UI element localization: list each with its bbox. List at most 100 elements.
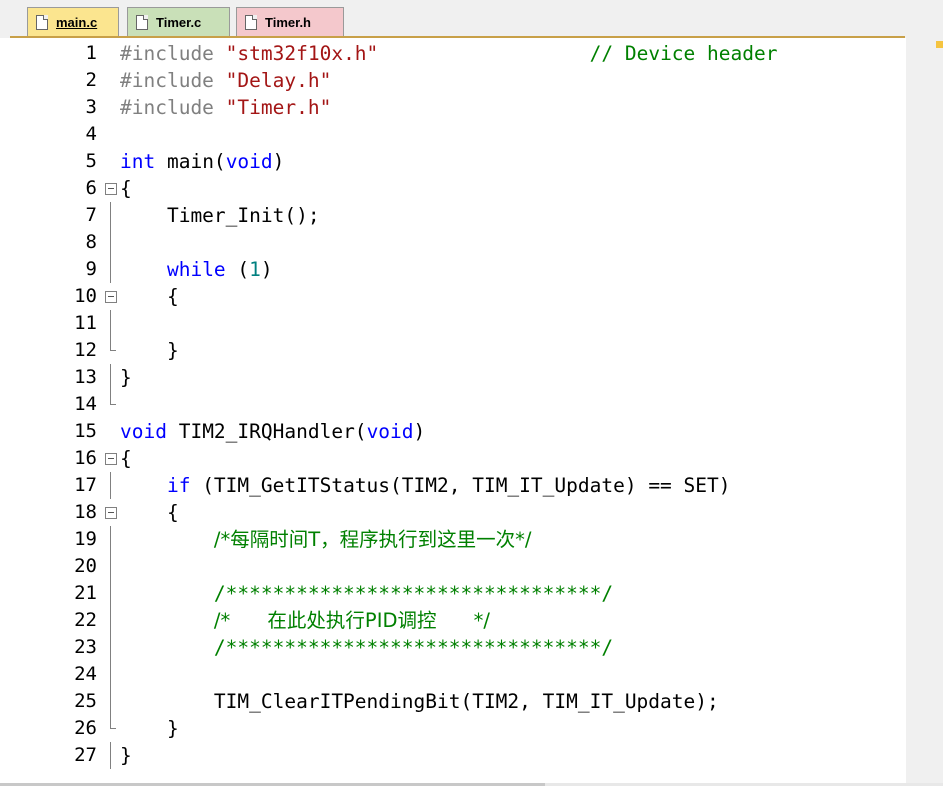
- code-token-kw: void: [225, 150, 273, 173]
- code-token-kw: void: [366, 420, 414, 443]
- tab-timer-c[interactable]: Timer.c: [127, 7, 230, 36]
- tab-label: Timer.h: [265, 14, 312, 30]
- code-line[interactable]: }: [120, 364, 132, 391]
- line-number: 1: [85, 42, 97, 64]
- vertical-scrollbar[interactable]: [906, 38, 943, 786]
- file-c-icon: [136, 14, 148, 30]
- code-token-str: "stm32f10x.h": [225, 42, 379, 65]
- code-token: Timer_Init();: [120, 204, 320, 227]
- fold-guide-line: [105, 364, 117, 391]
- fold-guide-line: [105, 715, 117, 742]
- file-h-icon: [245, 14, 257, 30]
- file-c-icon: [36, 14, 48, 30]
- code-token: {: [120, 447, 132, 470]
- fold-guide-line: [105, 256, 117, 283]
- fold-toggle-icon[interactable]: [105, 175, 117, 202]
- code-area[interactable]: #include "stm32f10x.h" // Device header #…: [120, 38, 906, 783]
- code-line[interactable]: Timer_Init();: [120, 202, 320, 229]
- code-token-cm: /********************************/: [213, 636, 614, 659]
- editor-tab-bar: main.c Timer.c Timer.h: [0, 0, 943, 38]
- fold-guide-line: [105, 472, 117, 499]
- code-line[interactable]: /********************************/: [120, 634, 613, 661]
- line-number: 26: [74, 717, 97, 739]
- fold-guide-line: [105, 742, 117, 769]
- line-number: 9: [85, 258, 97, 280]
- line-number: 25: [74, 690, 97, 712]
- code-line[interactable]: if (TIM_GetITStatus(TIM2, TIM_IT_Update)…: [120, 472, 731, 499]
- fold-guide-line: [105, 688, 117, 715]
- code-token: ): [260, 258, 273, 281]
- code-token-pp: #include: [120, 69, 226, 92]
- fold-toggle-icon[interactable]: [105, 499, 117, 526]
- line-number: 19: [74, 528, 97, 550]
- code-token-str: "Timer.h": [225, 96, 332, 119]
- line-number: 17: [74, 474, 97, 496]
- code-token: main(: [155, 150, 226, 173]
- code-token-cm: /********************************/: [213, 582, 614, 605]
- fold-guide-line: [105, 202, 117, 229]
- code-line[interactable]: /********************************/: [120, 580, 613, 607]
- fold-guide-line: [105, 391, 117, 418]
- fold-guide-line: [105, 607, 117, 634]
- line-number: 2: [85, 69, 97, 91]
- code-token: (: [225, 258, 250, 281]
- code-line[interactable]: {: [120, 175, 132, 202]
- fold-guide-line: [105, 229, 117, 256]
- code-line[interactable]: int main(void): [120, 148, 284, 175]
- code-line[interactable]: #include "stm32f10x.h" // Device header: [120, 40, 777, 67]
- fold-toggle-icon[interactable]: [105, 283, 117, 310]
- code-line[interactable]: void TIM2_IRQHandler(void): [120, 418, 425, 445]
- fold-guide-line: [105, 526, 117, 553]
- fold-guide-line: [105, 310, 117, 337]
- tab-label: Timer.c: [156, 14, 202, 30]
- line-number: 12: [74, 339, 97, 361]
- code-line[interactable]: #include "Delay.h": [120, 67, 331, 94]
- line-number-gutter: 1 2 3 4 5 6 7 8 9 10 11 12 13 14 15 16 17 18 19 20 21 22 23 24 2…: [10, 38, 117, 783]
- line-number: 7: [85, 204, 97, 226]
- code-token: }: [120, 717, 179, 740]
- code-line[interactable]: }: [120, 715, 179, 742]
- fold-guide-line: [105, 337, 117, 364]
- code-token: TIM2_IRQHandler(: [166, 420, 367, 443]
- tab-main-c[interactable]: main.c: [27, 7, 119, 36]
- code-line[interactable]: /* 在此处执行PID调控 */: [120, 607, 490, 634]
- code-editor[interactable]: 1 2 3 4 5 6 7 8 9 10 11 12 13 14 15 16 17 18 19 20 21 22 23 24 2…: [10, 38, 906, 783]
- code-token: }: [120, 744, 132, 767]
- tab-timer-h[interactable]: Timer.h: [236, 7, 344, 36]
- fold-guide-line: [105, 553, 117, 580]
- line-number: 22: [74, 609, 97, 631]
- code-token-pp: #include: [120, 42, 226, 65]
- line-number: 6: [85, 177, 97, 199]
- code-line[interactable]: /*每隔时间T，程序执行到这里一次*/: [120, 526, 532, 553]
- line-number: 11: [74, 312, 97, 334]
- tab-label: main.c: [56, 14, 98, 30]
- code-line[interactable]: }: [120, 742, 132, 769]
- code-line[interactable]: {: [120, 445, 132, 472]
- code-line[interactable]: }: [120, 337, 179, 364]
- code-line[interactable]: #include "Timer.h": [120, 94, 331, 121]
- line-number: 4: [85, 123, 97, 145]
- line-number: 13: [74, 366, 97, 388]
- code-token: TIM_ClearITPendingBit(TIM2, TIM_IT_Updat…: [120, 690, 719, 713]
- line-number: 24: [74, 663, 97, 685]
- fold-toggle-icon[interactable]: [105, 445, 117, 472]
- code-token: (TIM_GetITStatus(TIM2, TIM_IT_Update) ==…: [190, 474, 731, 497]
- code-token-cm: /*每隔时间T，程序执行到这里一次*/: [213, 528, 532, 551]
- code-line[interactable]: TIM_ClearITPendingBit(TIM2, TIM_IT_Updat…: [120, 688, 719, 715]
- line-number: 21: [74, 582, 97, 604]
- code-token-num: 1: [249, 258, 261, 281]
- line-number: 5: [85, 150, 97, 172]
- code-line[interactable]: {: [120, 283, 179, 310]
- line-number: 16: [74, 447, 97, 469]
- code-line[interactable]: {: [120, 499, 179, 526]
- line-number: 27: [74, 744, 97, 766]
- code-token-kw: if: [166, 474, 191, 497]
- code-line[interactable]: while (1): [120, 256, 273, 283]
- line-number: 20: [74, 555, 97, 577]
